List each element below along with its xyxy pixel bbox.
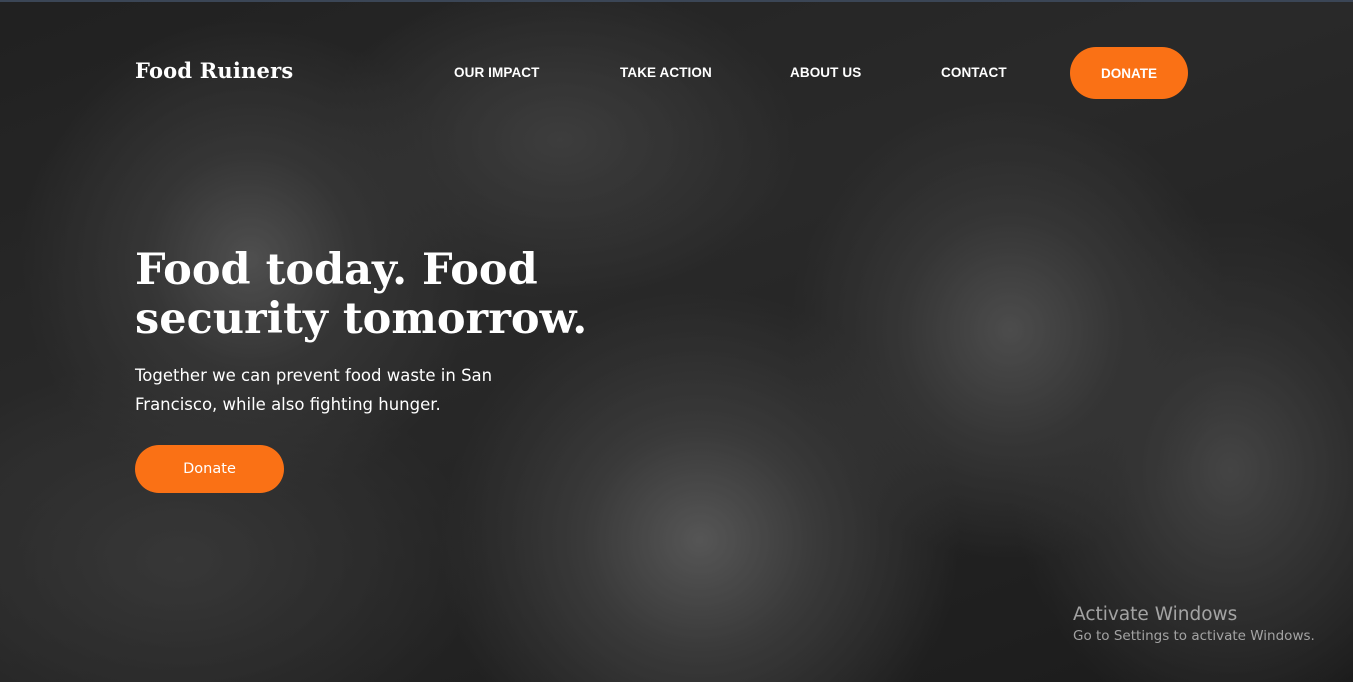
nav-contact[interactable]: CONTACT [941, 65, 1007, 80]
hero-subtext: Together we can prevent food waste in Sa… [135, 366, 493, 414]
watermark-subtitle: Go to Settings to activate Windows. [1073, 628, 1315, 644]
nav-about-us[interactable]: ABOUT US [790, 65, 861, 80]
hero-headline: Food today. Food security tomorrow. [135, 245, 588, 344]
nav-take-action[interactable]: TAKE ACTION [620, 65, 712, 80]
hero-donate-label: Donate [183, 461, 236, 477]
brand-logo-link[interactable]: Food Ruiners [135, 58, 293, 83]
hero-donate-button[interactable]: Donate [135, 445, 284, 493]
activate-windows-watermark: Activate Windows Go to Settings to activ… [1073, 603, 1343, 645]
header-donate-button[interactable]: DONATE [1070, 47, 1188, 99]
header-donate-label: DONATE [1101, 65, 1157, 81]
watermark-title: Activate Windows [1073, 604, 1238, 625]
window-top-edge [0, 0, 1353, 2]
nav-our-impact[interactable]: OUR IMPACT [454, 65, 540, 80]
